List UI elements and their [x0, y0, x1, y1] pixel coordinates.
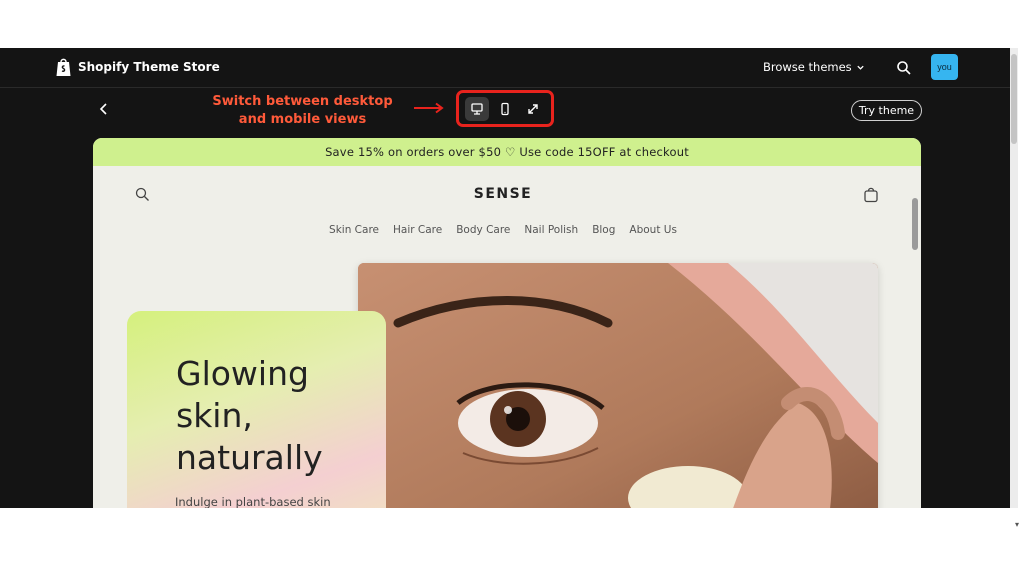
hero-image: [358, 263, 878, 508]
nav-body-care[interactable]: Body Care: [456, 224, 510, 236]
mobile-view-button[interactable]: [493, 97, 517, 121]
app-title: Shopify Theme Store: [78, 60, 220, 74]
nav-nail-polish[interactable]: Nail Polish: [524, 224, 578, 236]
cart-icon[interactable]: [863, 186, 879, 203]
store-preview: Save 15% on orders over $50 ♡ Use code 1…: [93, 138, 921, 508]
annotation-text: Switch between desktop and mobile views: [212, 94, 393, 127]
try-theme-button[interactable]: Try theme: [851, 100, 922, 121]
desktop-icon: [471, 102, 483, 115]
top-bar: Shopify Theme Store Browse themes you: [0, 48, 1018, 88]
store-nav: Skin Care Hair Care Body Care Nail Polis…: [93, 224, 913, 236]
shopify-bag-icon: [56, 58, 71, 76]
hero-subtitle: Indulge in plant-based skin: [175, 495, 331, 508]
search-icon[interactable]: [896, 60, 912, 76]
browse-themes-label: Browse themes: [763, 60, 852, 74]
scroll-down-arrow-icon[interactable]: ▾: [1015, 520, 1019, 529]
device-switcher: [456, 90, 554, 127]
nav-about-us[interactable]: About Us: [629, 224, 677, 236]
fullscreen-button[interactable]: [521, 97, 545, 121]
preview-scrollbar-thumb[interactable]: [912, 198, 918, 250]
nav-skin-care[interactable]: Skin Care: [329, 224, 379, 236]
theme-preview-app: Shopify Theme Store Browse themes you Sw…: [0, 48, 1018, 508]
desktop-view-button[interactable]: [465, 96, 489, 121]
back-chevron-icon[interactable]: [97, 102, 111, 116]
hero-title: Glowing skin, naturally: [176, 354, 323, 477]
browse-themes-menu[interactable]: Browse themes: [763, 60, 865, 74]
user-avatar[interactable]: you: [931, 54, 958, 80]
page-scrollbar-thumb[interactable]: [1011, 54, 1017, 144]
expand-icon: [528, 103, 538, 114]
mobile-icon: [501, 102, 509, 115]
chevron-down-icon: [857, 65, 864, 70]
announcement-bar: Save 15% on orders over $50 ♡ Use code 1…: [93, 138, 921, 166]
hero-photo-illustration: [358, 263, 878, 508]
annotation-arrow-icon: [414, 102, 444, 114]
page-scrollbar[interactable]: [1010, 48, 1018, 508]
nav-blog[interactable]: Blog: [592, 224, 615, 236]
nav-hair-care[interactable]: Hair Care: [393, 224, 442, 236]
hero-card: Glowing skin, naturally Indulge in plant…: [127, 311, 386, 508]
store-brand[interactable]: SENSE: [93, 186, 913, 202]
page-frame: Shopify Theme Store Browse themes you Sw…: [0, 0, 1024, 576]
shopify-logo[interactable]: Shopify Theme Store: [55, 57, 220, 77]
